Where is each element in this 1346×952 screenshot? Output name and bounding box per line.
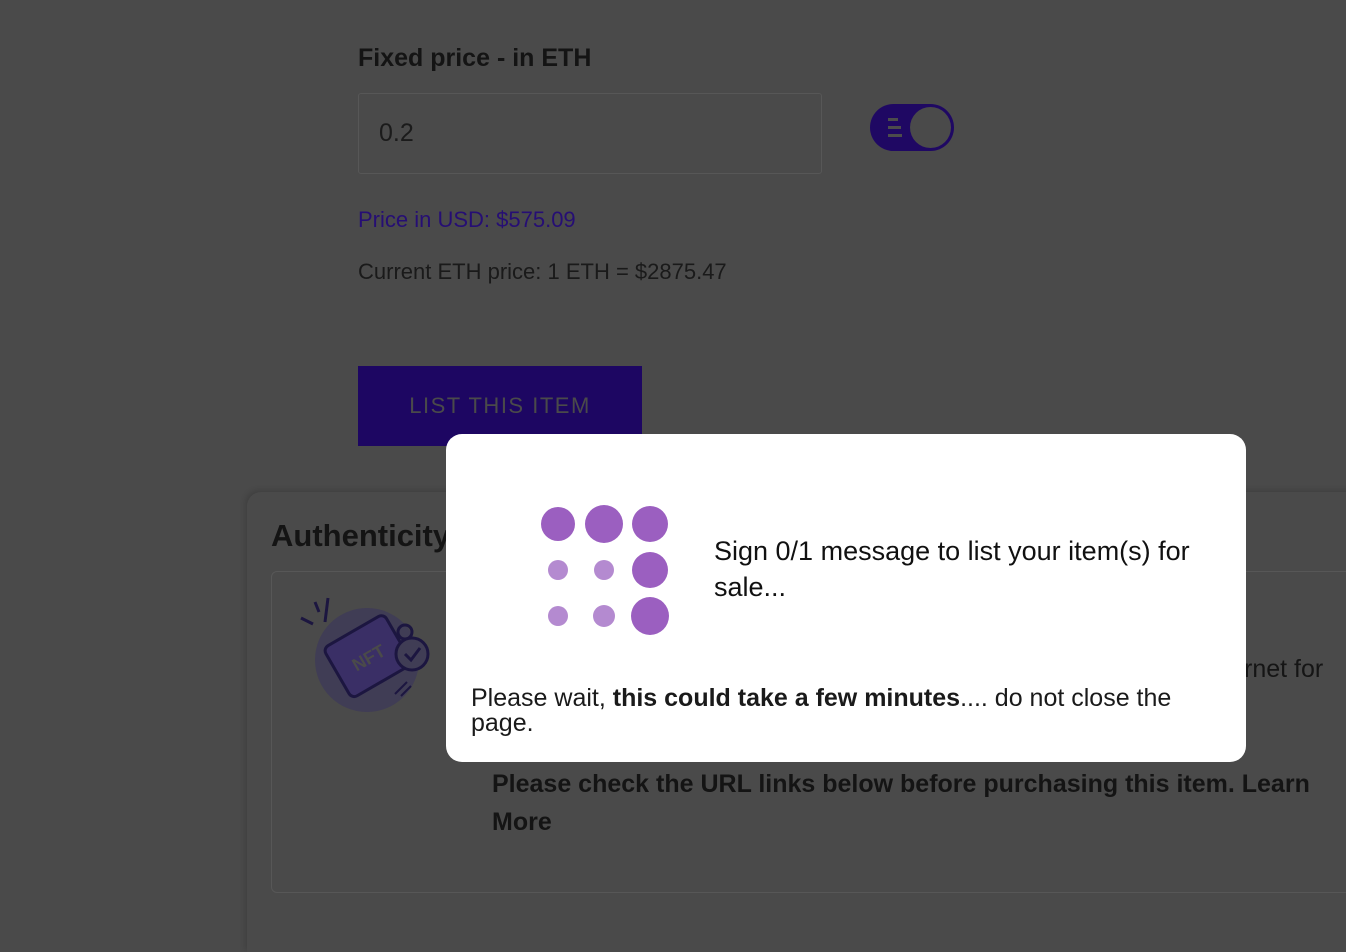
price-input[interactable] <box>358 93 822 174</box>
modal-message: Sign 0/1 message to list your item(s) fo… <box>714 536 1190 602</box>
modal-note-bold: this could take a few minutes <box>612 684 961 712</box>
toggle-knob <box>910 107 951 148</box>
signing-modal: Sign 0/1 message to list your item(s) fo… <box>446 434 1246 762</box>
modal-note: Please wait, this could take a few minut… <box>471 686 1231 736</box>
eth-price-text: Current ETH price: 1 ETH = $2875.47 <box>358 259 727 284</box>
authenticity-title: Authenticity <box>271 518 451 553</box>
price-toggle[interactable] <box>870 104 954 151</box>
nft-tag-icon: NFT <box>300 597 430 712</box>
usd-price-text: Price in USD: $575.09 <box>358 207 576 232</box>
loading-spinner-icon <box>541 505 669 635</box>
modal-note-prefix: Please wait, <box>471 684 613 712</box>
authenticity-text-fragment: rnet for <box>1244 655 1324 683</box>
fixed-price-label: Fixed price - in ETH <box>358 44 592 72</box>
authenticity-warning: Please check the URL links below before … <box>492 770 1310 836</box>
menu-lines-icon <box>888 118 902 137</box>
